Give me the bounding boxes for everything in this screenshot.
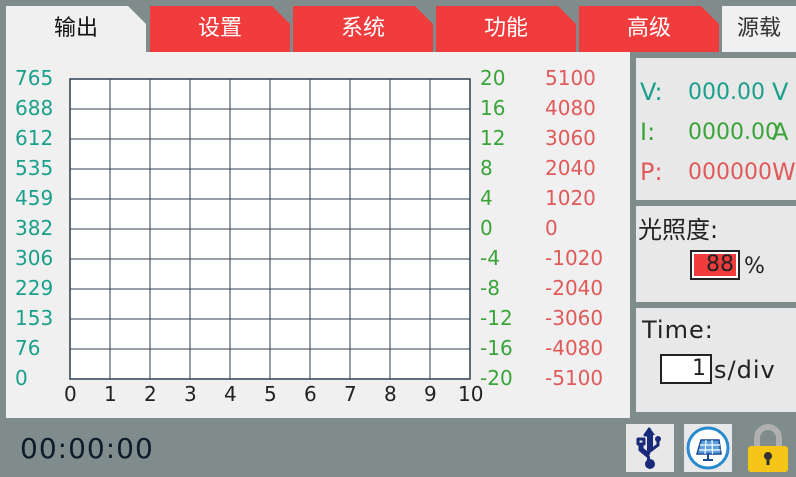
- current-unit: A: [772, 118, 789, 146]
- illuminance-value: 88: [706, 252, 734, 277]
- outer-right-axis-tick: -2040: [545, 276, 604, 300]
- timebase-unit: s/div: [714, 356, 776, 384]
- tab-corner: [558, 6, 576, 24]
- readout-panel: V: 000.00 V I: 0000.00 A P: 000000 W: [636, 58, 796, 200]
- outer-right-axis-tick: 5100: [545, 66, 596, 90]
- inner-right-axis-tick: -4: [480, 246, 500, 270]
- inner-right-axis-tick: 0: [480, 216, 493, 240]
- outer-right-axis-tick: 4080: [545, 96, 596, 120]
- inner-right-axis-tick: -12: [480, 306, 513, 330]
- inner-right-axis-tick: -20: [480, 366, 513, 390]
- waveform-chart: [69, 78, 471, 380]
- usb-icon[interactable]: [626, 424, 674, 472]
- illuminance-unit: %: [744, 254, 765, 279]
- tab-output[interactable]: 输出: [6, 6, 146, 52]
- left-axis-tick: 153: [15, 306, 54, 330]
- left-axis-tick: 765: [15, 66, 54, 90]
- outer-right-axis-tick: 1020: [545, 186, 596, 210]
- left-axis-tick: 459: [15, 186, 54, 210]
- inner-right-axis-tick: 20: [480, 66, 506, 90]
- left-axis-tick: 382: [15, 216, 54, 240]
- current-label: I:: [640, 118, 656, 146]
- outer-right-axis-tick: -5100: [545, 366, 604, 390]
- x-axis-tick: 3: [184, 382, 197, 406]
- inner-right-axis-tick: 4: [480, 186, 493, 210]
- tab-corner: [701, 6, 719, 24]
- tab-advanced[interactable]: 高级: [579, 6, 719, 52]
- illuminance-input[interactable]: 88: [690, 250, 740, 280]
- inner-right-axis-tick: 12: [480, 126, 506, 150]
- illuminance-label: 光照度:: [638, 216, 719, 244]
- tab-output-label: 输出: [53, 16, 98, 41]
- status-bar: 00:00:00: [0, 418, 796, 477]
- left-axis-tick: 76: [15, 336, 41, 360]
- power-label: P:: [640, 158, 663, 186]
- lock-icon[interactable]: [744, 424, 792, 472]
- x-axis-tick: 7: [344, 382, 357, 406]
- inner-right-axis-tick: -8: [480, 276, 500, 300]
- x-axis-tick: 10: [458, 382, 484, 406]
- timebase-label: Time:: [642, 316, 714, 344]
- app-window: 输出 设置 系统 功能 高级 源载 76568861253545938: [0, 0, 796, 477]
- tab-corner: [272, 6, 290, 24]
- left-axis-tick: 229: [15, 276, 54, 300]
- chart-panel: 765 688 612 535 459 382 306 229 153 76 0 20 16 12 8 4 0-…: [6, 52, 630, 418]
- tab-settings-label: 设置: [197, 16, 242, 41]
- inner-right-axis-tick: -16: [480, 336, 513, 360]
- x-axis-tick: 6: [304, 382, 317, 406]
- timebase-panel: Time: 1 s/div: [636, 308, 796, 412]
- outer-right-axis-tick: -4080: [545, 336, 604, 360]
- timebase-input[interactable]: 1: [660, 354, 712, 384]
- x-axis-tick: 5: [264, 382, 277, 406]
- outer-right-axis-tick: 0: [545, 216, 558, 240]
- clock-display: 00:00:00: [20, 432, 154, 465]
- voltage-unit: V: [772, 78, 789, 106]
- inner-right-axis-tick: 16: [480, 96, 506, 120]
- x-axis-tick: 0: [64, 382, 77, 406]
- left-axis-tick: 535: [15, 156, 54, 180]
- x-axis-tick: 1: [104, 382, 117, 406]
- x-axis-tick: 8: [384, 382, 397, 406]
- left-axis-tick: 0: [15, 366, 28, 390]
- illuminance-panel: 光照度: 88 %: [636, 206, 796, 302]
- outer-right-axis-tick: 2040: [545, 156, 596, 180]
- left-axis-tick: 306: [15, 246, 54, 270]
- tab-source-load[interactable]: 源载: [722, 6, 796, 52]
- left-axis-tick: 612: [15, 126, 54, 150]
- left-axis-tick: 688: [15, 96, 54, 120]
- x-axis-tick: 9: [424, 382, 437, 406]
- tab-corner: [415, 6, 433, 24]
- power-value: 000000: [688, 160, 772, 185]
- solar-panel-icon[interactable]: [684, 424, 732, 472]
- voltage-value: 000.00: [688, 80, 765, 105]
- tab-function[interactable]: 功能: [436, 6, 576, 52]
- tab-system-label: 系统: [340, 16, 385, 41]
- outer-right-axis-tick: 3060: [545, 126, 596, 150]
- current-value: 0000.00: [688, 120, 779, 145]
- tab-source-load-label: 源载: [736, 16, 781, 41]
- voltage-label: V:: [640, 78, 663, 106]
- tab-system[interactable]: 系统: [293, 6, 433, 52]
- tab-settings[interactable]: 设置: [150, 6, 290, 52]
- tab-corner: [128, 6, 146, 24]
- outer-right-axis-tick: -3060: [545, 306, 604, 330]
- outer-right-axis-tick: -1020: [545, 246, 604, 270]
- x-axis-tick: 2: [144, 382, 157, 406]
- x-axis-tick: 4: [224, 382, 237, 406]
- power-unit: W: [772, 158, 796, 186]
- tab-function-label: 功能: [483, 16, 528, 41]
- inner-right-axis-tick: 8: [480, 156, 493, 180]
- tab-advanced-label: 高级: [626, 16, 671, 41]
- timebase-value: 1: [692, 356, 706, 381]
- tab-bar: 输出 设置 系统 功能 高级 源载: [0, 0, 796, 52]
